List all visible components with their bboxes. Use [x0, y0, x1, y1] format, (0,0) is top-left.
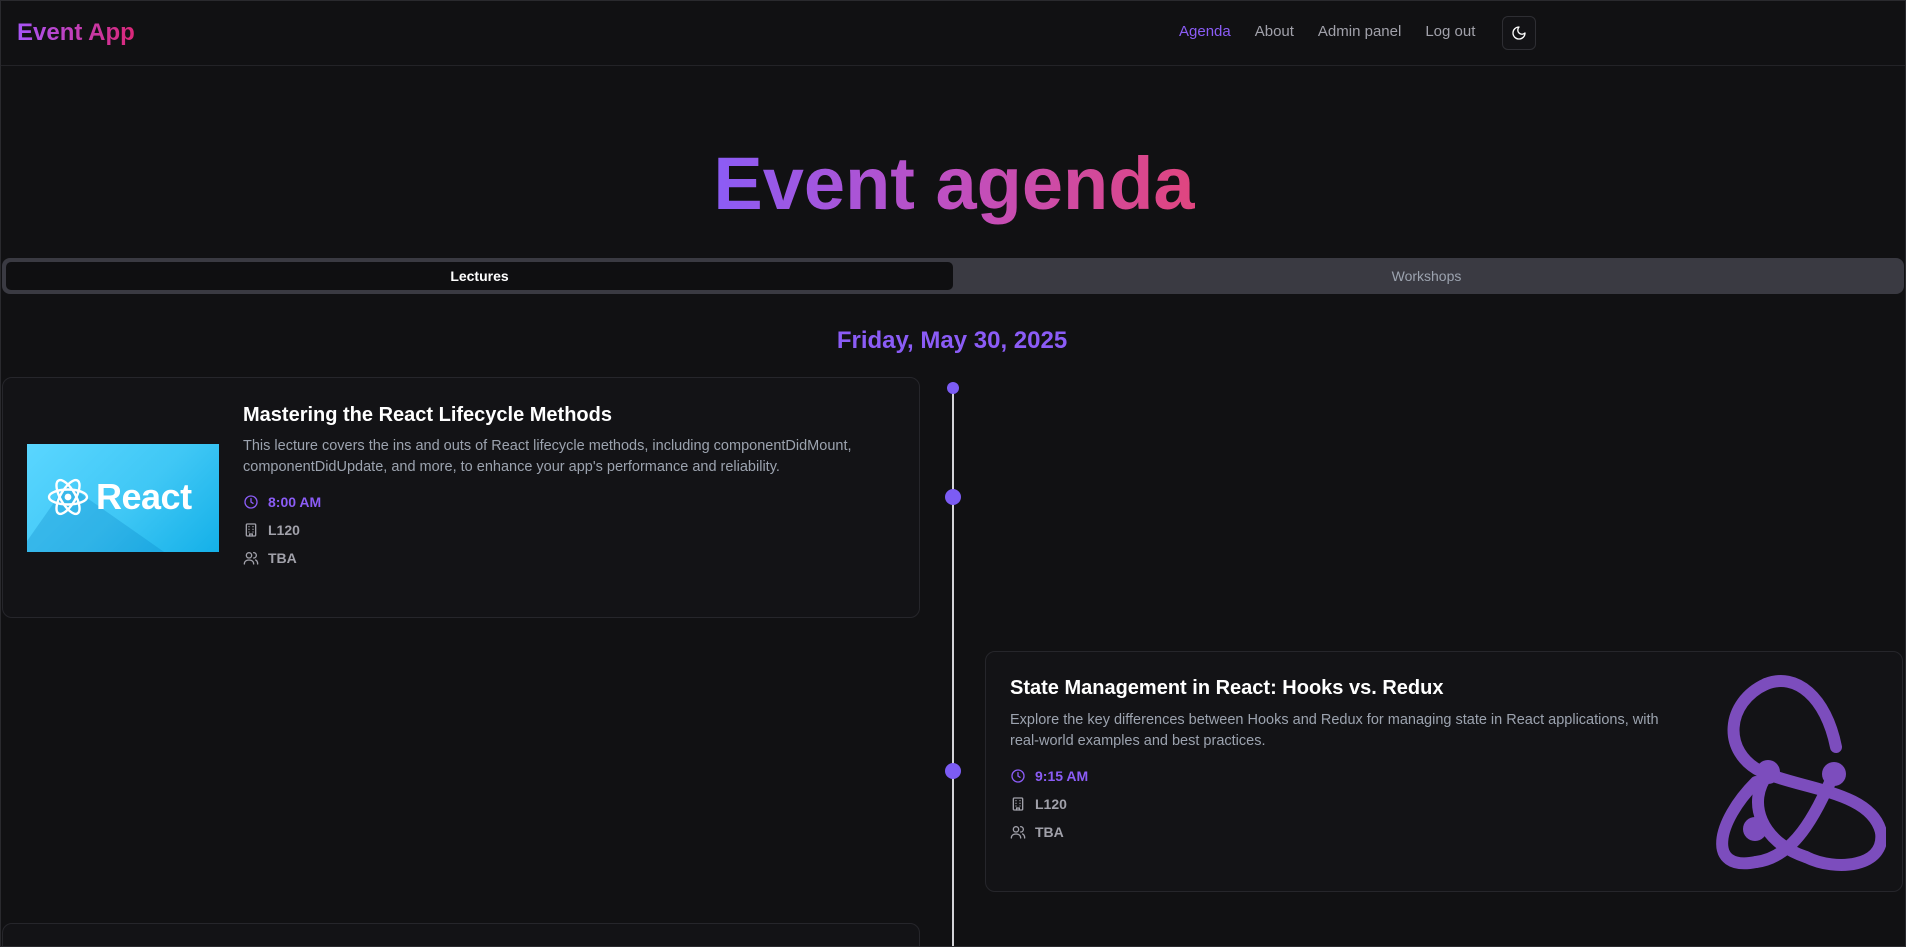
- event-card[interactable]: State Management in React: Hooks vs. Red…: [985, 651, 1903, 892]
- theme-toggle-button[interactable]: [1502, 16, 1536, 50]
- clock-icon: [244, 495, 258, 509]
- page-title: Event agenda: [713, 142, 1195, 225]
- timeline-start-dot: [947, 382, 959, 394]
- timeline-line: [952, 387, 954, 946]
- nav-link-admin-panel[interactable]: Admin panel: [1318, 23, 1401, 40]
- clock-icon: [1011, 769, 1025, 783]
- event-card[interactable]: [2, 923, 920, 946]
- timeline-dot: [945, 489, 961, 505]
- page: Event App Agenda About Admin panel Log o…: [0, 0, 1906, 947]
- users-icon: [243, 552, 259, 565]
- tab-lectures[interactable]: Lectures: [6, 262, 953, 290]
- nav-link-log-out[interactable]: Log out: [1425, 23, 1475, 40]
- event-description: This lecture covers the ins and outs of …: [243, 438, 852, 475]
- event-speaker: TBA: [1010, 824, 1064, 840]
- main-nav: Agenda About Admin panel Log out: [1179, 23, 1475, 40]
- event-speaker: TBA: [243, 550, 297, 566]
- event-time: 9:15 AM: [1010, 768, 1088, 784]
- agenda-date-heading: Friday, May 30, 2025: [836, 327, 1068, 354]
- event-image: React: [27, 444, 219, 552]
- agenda-tabs: Lectures Workshops: [2, 258, 1904, 294]
- top-navbar: Event App Agenda About Admin panel Log o…: [1, 1, 1905, 66]
- nav-link-agenda[interactable]: Agenda: [1179, 23, 1231, 40]
- tab-workshops[interactable]: Workshops: [953, 262, 1900, 290]
- event-title: State Management in React: Hooks vs. Red…: [1010, 677, 1444, 699]
- users-icon: [1010, 826, 1026, 839]
- nav-link-about[interactable]: About: [1255, 23, 1294, 40]
- building-icon: [245, 523, 257, 537]
- redux-logo-icon: [1716, 675, 1886, 871]
- event-room: L120: [243, 522, 300, 538]
- event-description: Explore the key differences between Hook…: [1010, 712, 1659, 749]
- timeline-dot: [945, 763, 961, 779]
- react-logo-icon: [47, 478, 89, 516]
- moon-icon: [1512, 26, 1526, 40]
- event-title: Mastering the React Lifecycle Methods: [243, 404, 612, 426]
- event-time: 8:00 AM: [243, 494, 321, 510]
- event-card[interactable]: React Mastering the React Lifecycle Meth…: [2, 377, 920, 618]
- brand-logo[interactable]: Event App: [17, 19, 135, 47]
- event-room: L120: [1010, 796, 1067, 812]
- building-icon: [1012, 797, 1024, 811]
- event-image-label: React: [96, 476, 192, 517]
